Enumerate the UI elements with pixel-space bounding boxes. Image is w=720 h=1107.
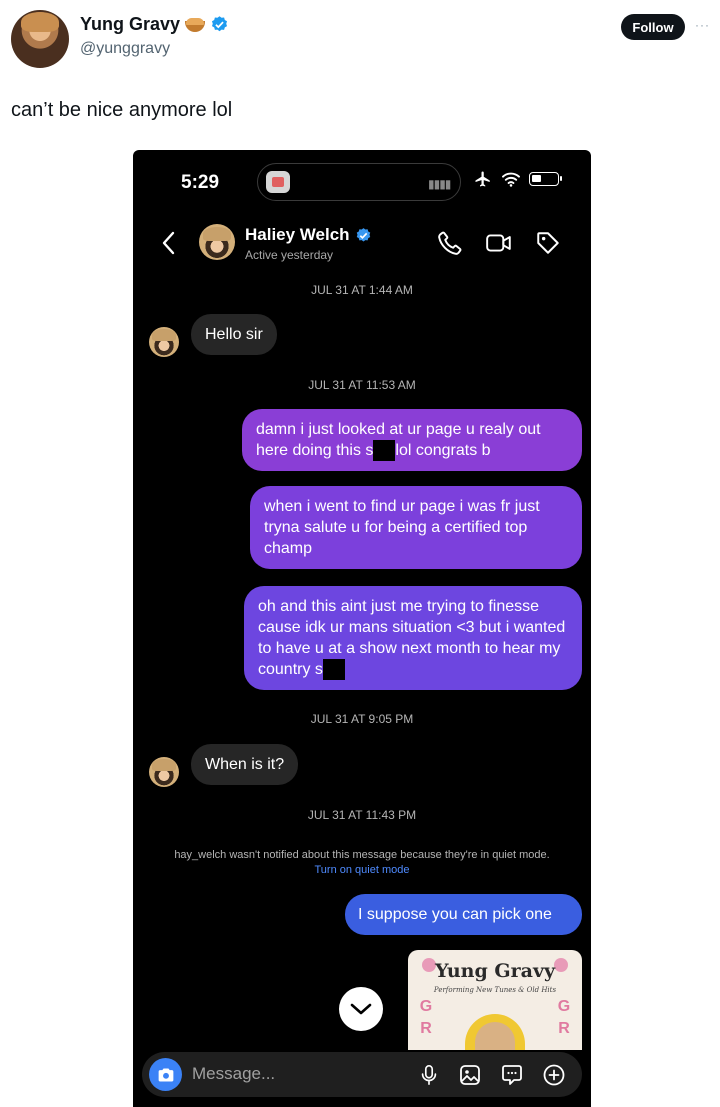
message-timestamp: JUL 31 AT 11:53 AM xyxy=(308,378,416,392)
sent-message[interactable]: when i went to find ur page i was fr jus… xyxy=(250,486,582,569)
message-timestamp: JUL 31 AT 11:43 PM xyxy=(307,808,417,822)
audio-wave-icon: ▮▮▮▮ xyxy=(428,177,451,191)
tag-icon[interactable] xyxy=(535,230,561,256)
status-time: 5:29 xyxy=(181,172,220,193)
sent-message[interactable]: oh and this aint just me trying to fines… xyxy=(244,586,582,690)
sent-message[interactable]: damn i just looked at ur page u realy ou… xyxy=(242,409,582,471)
received-message[interactable]: Hello sir xyxy=(191,314,277,355)
poster-side-text-left: G R xyxy=(419,998,433,1037)
sender-avatar[interactable] xyxy=(149,327,179,357)
message-timestamp: JUL 31 AT 9:05 PM xyxy=(310,712,414,726)
quiet-mode-notice: hay_welch wasn't notified about this mes… xyxy=(173,848,551,878)
author-handle[interactable]: @yunggravy xyxy=(80,40,170,58)
chevron-down-icon xyxy=(350,1003,372,1015)
header-actions xyxy=(437,230,561,256)
camera-icon xyxy=(158,1067,173,1082)
contact-name-row[interactable]: Haliey Welch xyxy=(245,225,372,245)
wifi-icon xyxy=(502,172,520,187)
author-name[interactable]: Yung Gravy xyxy=(80,14,180,35)
dm-screenshot-image[interactable]: 5:29 ▮▮▮▮ Haliey Welch Active yesterday … xyxy=(133,150,591,1107)
phone-call-icon[interactable] xyxy=(437,230,463,256)
contact-name[interactable]: Haliey Welch xyxy=(245,225,350,245)
contact-avatar[interactable] xyxy=(199,224,235,260)
poster-title: Yung Gravy xyxy=(434,960,556,982)
redaction-box xyxy=(373,440,396,461)
message-input[interactable] xyxy=(192,1063,402,1085)
message-text: oh and this aint just me trying to fines… xyxy=(258,598,566,678)
dynamic-island: ▮▮▮▮ xyxy=(257,163,461,201)
author-avatar[interactable] xyxy=(11,10,69,68)
shared-poster-image[interactable]: Yung Gravy Performing New Tunes & Old Hi… xyxy=(408,950,582,1050)
poster-side-text-right: G R xyxy=(557,998,571,1037)
poster-subtitle: Performing New Tunes & Old Hits xyxy=(433,986,557,994)
camera-button[interactable] xyxy=(149,1058,182,1091)
battery-icon xyxy=(529,172,562,186)
author-name-row[interactable]: Yung Gravy xyxy=(80,14,229,35)
sender-avatar[interactable] xyxy=(149,757,179,787)
received-message[interactable]: When is it? xyxy=(191,744,299,785)
contact-active-status: Active yesterday xyxy=(245,248,334,262)
redaction-box xyxy=(322,659,345,680)
pie-emoji-icon xyxy=(185,17,206,32)
follow-button[interactable]: Follow xyxy=(621,14,685,40)
video-call-icon[interactable] xyxy=(485,230,513,256)
poster-portrait xyxy=(465,1014,525,1050)
gallery-icon[interactable] xyxy=(458,1063,482,1087)
app-icon xyxy=(266,171,290,193)
quiet-mode-text: hay_welch wasn't notified about this mes… xyxy=(174,849,550,861)
back-chevron-icon[interactable] xyxy=(159,230,179,256)
sticker-icon[interactable] xyxy=(500,1063,524,1087)
message-text: when i went to find ur page i was fr jus… xyxy=(264,498,540,557)
message-text: damn i just looked at ur page u realy ou… xyxy=(256,421,541,438)
add-icon[interactable] xyxy=(542,1063,566,1087)
verified-badge-icon xyxy=(212,16,228,32)
message-composer xyxy=(142,1052,582,1097)
composer-actions xyxy=(418,1063,566,1087)
microphone-icon[interactable] xyxy=(418,1063,440,1087)
status-icons xyxy=(473,170,562,188)
tweet-text: can’t be nice anymore lol xyxy=(11,99,233,121)
scroll-to-bottom-button[interactable] xyxy=(339,987,383,1031)
message-timestamp: JUL 31 AT 1:44 AM xyxy=(311,283,413,297)
message-text: lol congrats b xyxy=(395,442,491,459)
sent-message[interactable]: I suppose you can pick one xyxy=(345,894,582,935)
more-options-icon[interactable]: ··· xyxy=(695,18,710,32)
message-text: here doing this s xyxy=(256,442,374,459)
airplane-mode-icon xyxy=(475,171,490,187)
verified-badge-icon xyxy=(356,227,370,242)
turn-on-quiet-mode-link[interactable]: Turn on quiet mode xyxy=(315,864,410,876)
